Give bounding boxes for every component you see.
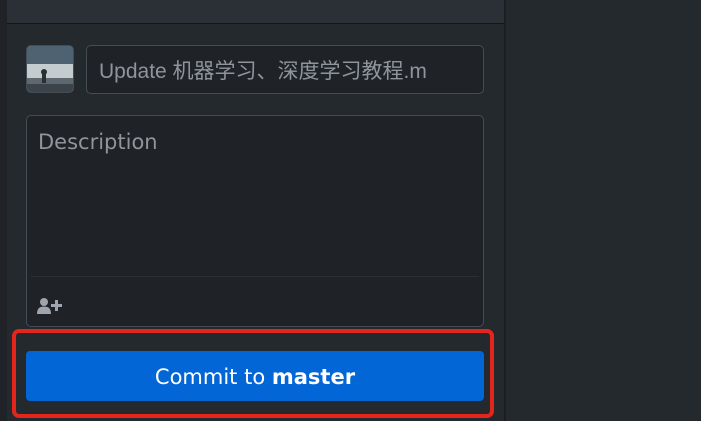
diff-area [506, 0, 701, 421]
left-edge-panel [0, 0, 7, 421]
description-placeholder: Description [38, 130, 158, 154]
user-avatar [26, 45, 74, 93]
add-coauthor-icon[interactable] [37, 297, 63, 315]
commit-branch-name: master [271, 365, 356, 389]
commit-button-prefix: Commit to [154, 365, 272, 389]
changes-list-bottom [7, 0, 504, 24]
commit-summary-input[interactable] [86, 45, 484, 94]
commit-description-field[interactable]: Description [26, 115, 484, 327]
commit-to-branch-button[interactable]: Commit to master [26, 351, 484, 401]
app-window: Description Commit to master [0, 0, 701, 421]
description-divider [31, 276, 479, 277]
